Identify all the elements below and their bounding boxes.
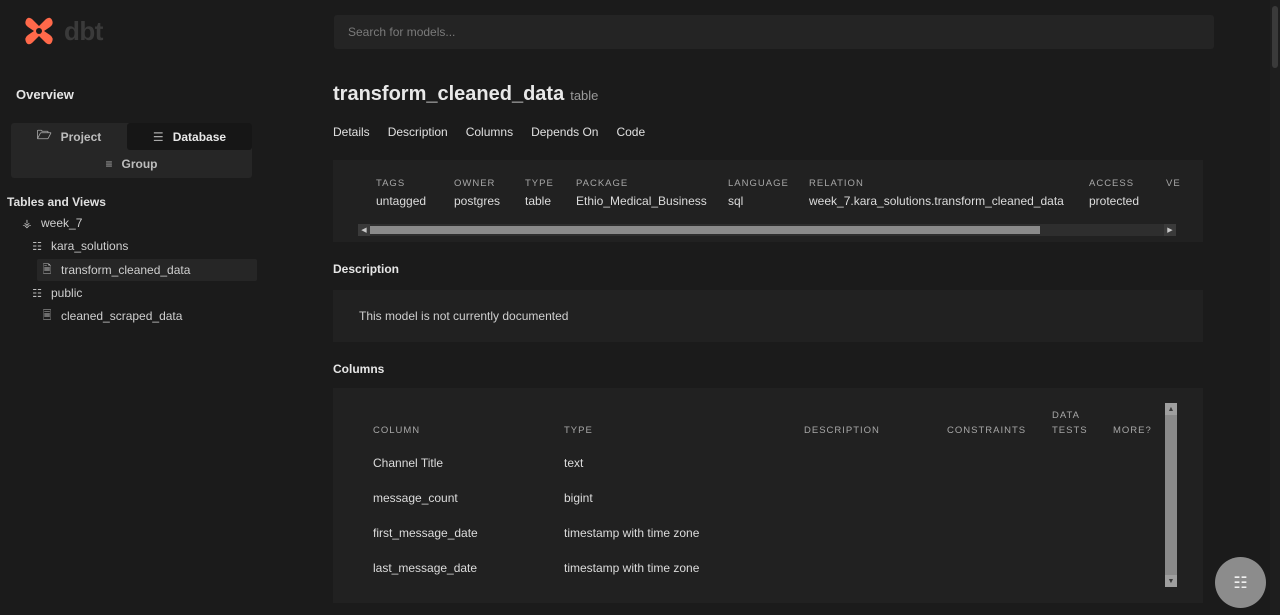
- model-name: transform_cleaned_data: [333, 83, 565, 105]
- scrollbar-thumb[interactable]: [370, 226, 1040, 234]
- detail-value: postgres: [454, 194, 501, 208]
- detail-value: table: [525, 194, 552, 208]
- lineage-graph-button[interactable]: ☷: [1215, 557, 1266, 608]
- detail-value: week_7.kara_solutions.transform_cleaned_…: [809, 194, 1064, 208]
- tree-item-week-7[interactable]: ⚶ week_7: [20, 212, 82, 234]
- detail-label: Access: [1089, 178, 1135, 189]
- tab-description[interactable]: Description: [388, 125, 448, 139]
- header-description: Description: [804, 425, 880, 436]
- tab-depends-on[interactable]: Depends On: [531, 125, 598, 139]
- header-constraints: Constraints: [947, 425, 1027, 436]
- detail-type: Type table: [525, 178, 554, 208]
- header-type: Type: [564, 425, 593, 436]
- detail-value: Ethio_Medical_Business: [576, 194, 707, 208]
- detail-label: Relation: [809, 178, 864, 189]
- tab-details[interactable]: Details: [333, 125, 370, 139]
- header-data-tests-line2: Tests: [1052, 425, 1088, 436]
- tree-item-kara-solutions[interactable]: ☷ kara_solutions: [30, 235, 128, 257]
- column-name[interactable]: last_message_date: [373, 561, 477, 575]
- detail-tags: Tags untagged: [376, 178, 426, 208]
- details-panel: Tags untagged Owner postgres Type table …: [333, 160, 1203, 242]
- detail-package: Package Ethio_Medical_Business: [576, 178, 707, 208]
- model-kind: table: [570, 88, 599, 103]
- detail-label: Owner: [454, 178, 496, 189]
- database-icon: ⚶: [22, 217, 32, 230]
- list-icon: ≡: [105, 156, 113, 171]
- details-horizontal-scrollbar[interactable]: ◀ ▶: [358, 224, 1176, 236]
- project-tab[interactable]: 🗁 Project: [11, 123, 127, 150]
- search-placeholder: Search for models...: [348, 25, 456, 39]
- column-name[interactable]: message_count: [373, 491, 458, 505]
- description-text: This model is not currently documented: [359, 309, 569, 323]
- header-column: Column: [373, 425, 421, 436]
- detail-value: sql: [728, 194, 744, 208]
- tab-columns[interactable]: Columns: [466, 125, 513, 139]
- column-type: bigint: [564, 491, 593, 505]
- header-data-tests-line1: Data: [1052, 410, 1080, 421]
- detail-owner: Owner postgres: [454, 178, 500, 208]
- tree-item-label: public: [51, 286, 83, 300]
- search-input[interactable]: Search for models...: [334, 15, 1214, 49]
- tree-item-public[interactable]: ☷ public: [30, 282, 82, 304]
- detail-relation: Relation week_7.kara_solutions.transform…: [809, 178, 1064, 208]
- database-tab-label: Database: [172, 129, 227, 144]
- schema-tree-icon: ☰: [152, 129, 164, 144]
- detail-label: Ve: [1166, 178, 1181, 189]
- schema-tree-icon: ☷: [1233, 574, 1248, 592]
- column-name[interactable]: Channel Title: [373, 456, 443, 470]
- tree-item-cleaned-scraped-data[interactable]: 🗏 cleaned_scraped_data: [40, 305, 183, 327]
- section-tabs: Details Description Columns Depends On C…: [333, 125, 663, 139]
- column-type: timestamp with time zone: [564, 526, 700, 540]
- detail-value: untagged: [376, 194, 427, 208]
- tree-item-label: transform_cleaned_data: [61, 263, 191, 277]
- scroll-right-icon[interactable]: ▶: [1164, 224, 1176, 236]
- columns-table: Column Type Description Constraints Data…: [333, 388, 1203, 603]
- columns-heading: Columns: [333, 362, 385, 376]
- folder-icon: 🗁: [36, 128, 52, 142]
- project-tab-label: Project: [60, 129, 102, 144]
- scroll-up-icon[interactable]: ▲: [1165, 403, 1177, 415]
- columns-vertical-scrollbar[interactable]: ▲ ▼: [1165, 403, 1177, 587]
- detail-label: Type: [525, 178, 554, 189]
- tree-item-label: week_7: [41, 216, 83, 230]
- tab-code[interactable]: Code: [616, 125, 645, 139]
- page-scrollbar[interactable]: [1270, 0, 1280, 615]
- detail-label: Package: [576, 178, 629, 189]
- description-heading: Description: [333, 262, 400, 276]
- group-tab[interactable]: ≡ Group: [11, 150, 252, 177]
- database-tab[interactable]: ☰ Database: [127, 123, 252, 150]
- file-outline-icon: 🗏: [42, 309, 52, 322]
- dbt-logo-icon: [25, 17, 53, 45]
- dbt-logo[interactable]: dbt: [22, 14, 103, 48]
- scroll-left-icon[interactable]: ◀: [358, 224, 370, 236]
- tree-item-transform-cleaned-data[interactable]: 🗎 transform_cleaned_data: [37, 259, 257, 281]
- overview-link[interactable]: Overview: [16, 87, 74, 102]
- column-type: timestamp with time zone: [564, 561, 700, 575]
- detail-access: Access protected: [1089, 178, 1139, 208]
- page-title: transform_cleaned_data table: [333, 83, 598, 106]
- detail-version: Ve: [1166, 178, 1181, 194]
- detail-value: protected: [1089, 194, 1140, 208]
- page-scrollbar-thumb[interactable]: [1272, 6, 1278, 68]
- scroll-down-icon[interactable]: ▼: [1165, 575, 1177, 587]
- tree-item-label: kara_solutions: [51, 239, 129, 253]
- detail-label: Tags: [376, 178, 406, 189]
- detail-label: Language: [728, 178, 789, 189]
- group-tab-label: Group: [121, 156, 158, 171]
- tables-and-views-heading: Tables and Views: [7, 195, 106, 209]
- schema-tree-icon: ☷: [32, 287, 42, 300]
- column-name[interactable]: first_message_date: [373, 526, 478, 540]
- detail-language: Language sql: [728, 178, 789, 208]
- schema-tree-icon: ☷: [32, 240, 42, 253]
- description-panel: This model is not currently documented: [333, 290, 1203, 342]
- column-type: text: [564, 456, 584, 470]
- file-icon: 🗎: [42, 263, 52, 276]
- view-switcher: 🗁 Project ☰ Database ≡ Group: [11, 123, 252, 178]
- header-more: More?: [1113, 425, 1152, 436]
- logo-text: dbt: [64, 15, 103, 46]
- tree-item-label: cleaned_scraped_data: [61, 309, 183, 323]
- sidebar: dbt Overview 🗁 Project ☰ Database ≡ Grou…: [0, 0, 265, 615]
